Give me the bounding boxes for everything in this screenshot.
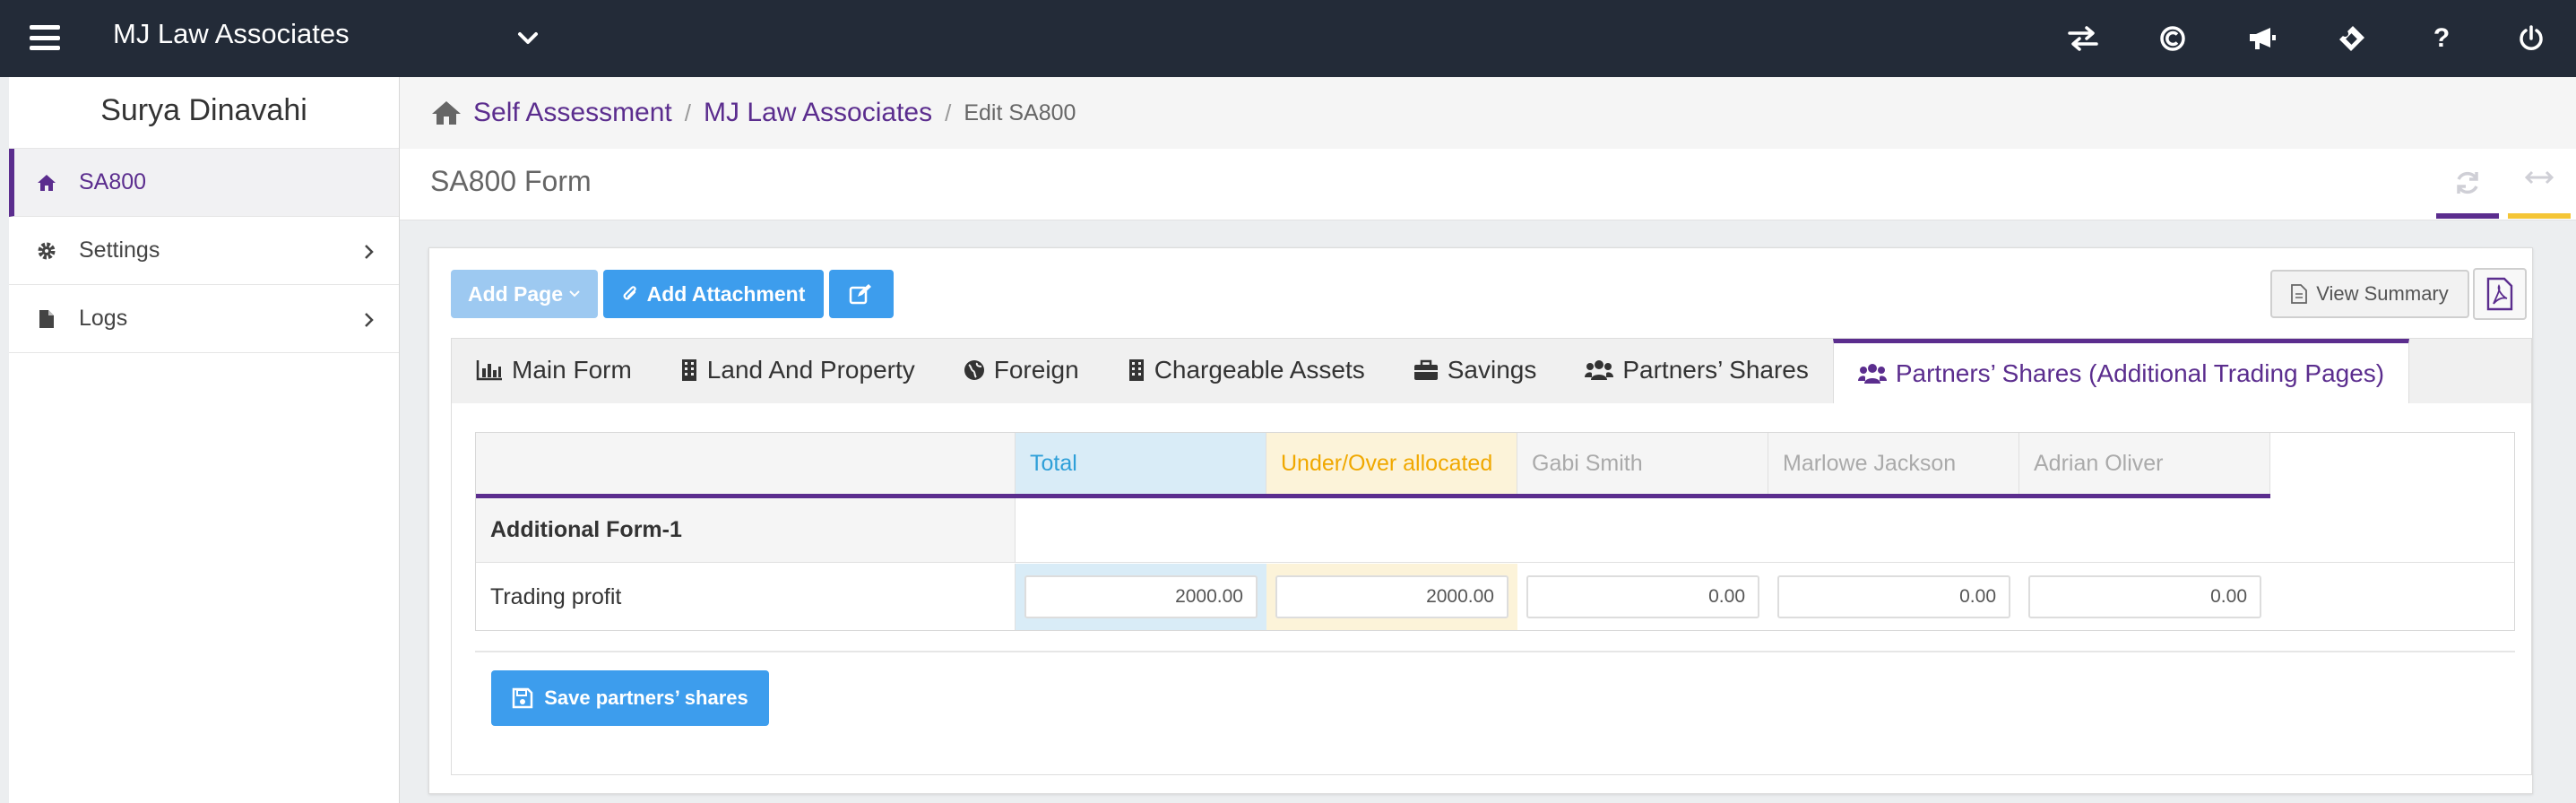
- header-under-over: Under/Over allocated: [1266, 433, 1517, 494]
- tab-content: Total Under/Over allocated Gabi Smith Ma…: [452, 403, 2531, 774]
- edit-button[interactable]: [829, 270, 894, 318]
- ticket-icon[interactable]: [2307, 0, 2397, 77]
- building-icon: [1128, 358, 1145, 382]
- building-icon: [680, 358, 698, 382]
- partner-cell: 0.00: [2019, 564, 2270, 630]
- refresh-icon[interactable]: [2436, 168, 2499, 219]
- header-partner: Marlowe Jackson: [1768, 433, 2019, 494]
- sidebar-item-sa800[interactable]: SA800: [9, 149, 399, 217]
- view-summary-label: View Summary: [2316, 282, 2449, 305]
- breadcrumb-separator: /: [684, 99, 691, 126]
- home-icon[interactable]: [430, 99, 462, 126]
- file-icon: [36, 309, 57, 329]
- partner-share-input[interactable]: 0.00: [2028, 575, 2261, 618]
- sidebar-item-label: SA800: [79, 169, 147, 194]
- total-cell: 2000.00: [1016, 564, 1266, 630]
- partner-cell: 0.00: [1768, 564, 2019, 630]
- breadcrumb-self-assessment[interactable]: Self Assessment: [473, 98, 672, 128]
- sidebar-item-label: Settings: [79, 237, 160, 263]
- tab-label: Chargeable Assets: [1154, 356, 1365, 384]
- floppy-disk-icon: [512, 687, 533, 709]
- add-page-label: Add Page: [467, 281, 564, 306]
- globe-icon: [964, 359, 985, 381]
- breadcrumb-current: Edit SA800: [964, 99, 1076, 125]
- add-attachment-label: Add Attachment: [646, 281, 806, 306]
- menu-icon[interactable]: [27, 22, 63, 54]
- breadcrumb: Self Assessment / MJ Law Associates / Ed…: [400, 77, 2576, 149]
- partner-share-input[interactable]: 0.00: [1777, 575, 2010, 618]
- tab-label: Main Form: [512, 356, 632, 384]
- tab-label: Savings: [1447, 356, 1537, 384]
- document-icon: [2291, 284, 2308, 304]
- tab-land-and-property[interactable]: Land And Property: [656, 339, 939, 402]
- under-over-input[interactable]: 2000.00: [1275, 575, 1508, 618]
- row-label: Trading profit: [476, 564, 1016, 630]
- tab-foreign[interactable]: Foreign: [939, 339, 1103, 402]
- gear-icon: [36, 241, 57, 261]
- paperclip-icon: [622, 284, 638, 304]
- sidebar-item-label: Logs: [79, 306, 128, 331]
- sidebar-item-settings[interactable]: Settings: [9, 217, 399, 285]
- form-panel: Add Page Add Attachment View Summary Mai…: [428, 247, 2533, 794]
- sidebar-item-logs[interactable]: Logs: [9, 285, 399, 353]
- breadcrumb-mj-law[interactable]: MJ Law Associates: [704, 98, 932, 128]
- sidebar: Surya Dinavahi SA800 Settings Logs: [9, 77, 400, 803]
- add-attachment-button[interactable]: Add Attachment: [603, 270, 824, 318]
- home-icon: [36, 174, 57, 192]
- tabs-container: Main Form Land And Property Foreign Char…: [451, 338, 2532, 775]
- partner-share-input[interactable]: 0.00: [1526, 575, 1759, 618]
- under-over-cell: 2000.00: [1266, 564, 1517, 630]
- pdf-icon[interactable]: [2473, 268, 2527, 320]
- tab-partners-shares[interactable]: Partners’ Shares: [1560, 339, 1833, 402]
- add-page-button[interactable]: Add Page: [451, 270, 598, 318]
- megaphone-icon[interactable]: [2217, 0, 2307, 77]
- header-total: Total: [1016, 433, 1266, 494]
- tab-partners-shares-additional[interactable]: Partners’ Shares (Additional Trading Pag…: [1832, 339, 2410, 404]
- tab-label: Land And Property: [706, 356, 915, 384]
- tab-label: Partners’ Shares (Additional Trading Pag…: [1895, 359, 2385, 387]
- app-title: MJ Law Associates: [113, 18, 350, 49]
- top-bar: MJ Law Associates ?: [0, 0, 2576, 77]
- expand-icon[interactable]: [2508, 168, 2571, 219]
- user-name: Surya Dinavahi: [9, 77, 399, 149]
- section-blank: [1016, 498, 2514, 563]
- partner-cell: 0.00: [1517, 564, 1768, 630]
- users-icon: [1585, 359, 1614, 381]
- tab-main-form[interactable]: Main Form: [452, 339, 656, 402]
- briefcase-icon: [1413, 359, 1439, 381]
- chevron-right-icon: [363, 242, 376, 262]
- chevron-down-icon[interactable]: [514, 25, 541, 52]
- tab-label: Partners’ Shares: [1622, 356, 1809, 384]
- header-partner: Gabi Smith: [1517, 433, 1768, 494]
- header-partner: Adrian Oliver: [2019, 433, 2270, 494]
- save-button-label: Save partners’ shares: [544, 686, 748, 709]
- save-partners-shares-button[interactable]: Save partners’ shares: [491, 670, 769, 726]
- header-blank: [476, 433, 1016, 494]
- tab-savings[interactable]: Savings: [1389, 339, 1561, 402]
- chart-icon: [476, 359, 503, 381]
- page-title: SA800 Form: [430, 165, 592, 197]
- power-icon[interactable]: [2486, 0, 2576, 77]
- edit-icon: [849, 283, 874, 305]
- divider: [475, 651, 2515, 652]
- chevron-right-icon: [363, 310, 376, 330]
- shares-table: Total Under/Over allocated Gabi Smith Ma…: [475, 432, 2515, 631]
- tab-chargeable-assets[interactable]: Chargeable Assets: [1103, 339, 1389, 402]
- chevron-down-icon: [568, 289, 581, 298]
- switch-icon[interactable]: [2038, 0, 2128, 77]
- help-icon[interactable]: ?: [2397, 0, 2486, 77]
- breadcrumb-separator: /: [945, 99, 952, 126]
- page-header: SA800 Form: [400, 149, 2576, 220]
- total-input[interactable]: 2000.00: [1024, 575, 1258, 618]
- section-label: Additional Form-1: [476, 498, 1016, 563]
- users-icon: [1857, 363, 1887, 384]
- copyright-icon[interactable]: [2128, 0, 2217, 77]
- view-summary-button[interactable]: View Summary: [2270, 270, 2469, 318]
- tab-label: Foreign: [993, 356, 1079, 384]
